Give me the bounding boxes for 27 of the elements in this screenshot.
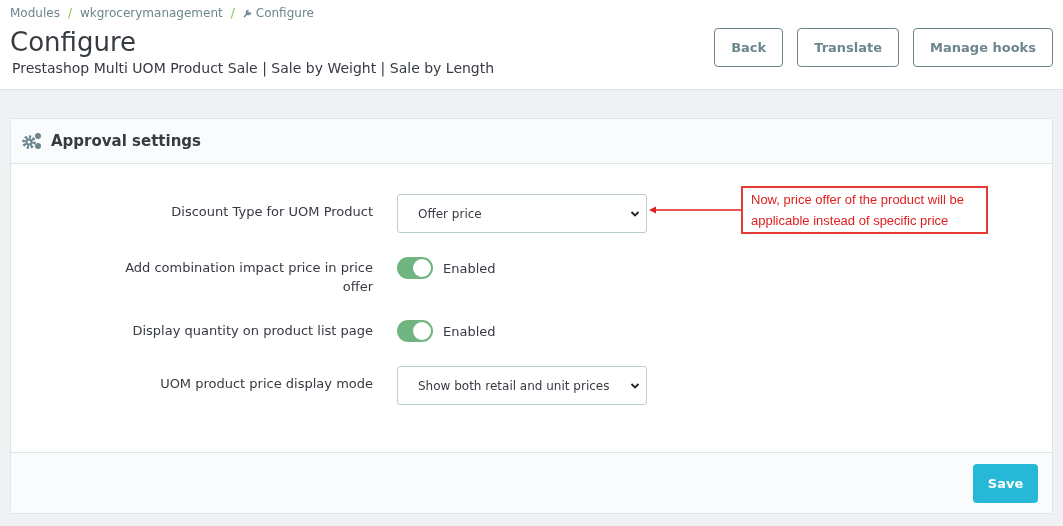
toggle-switch[interactable] (397, 320, 433, 342)
breadcrumb-current: Configure (255, 6, 314, 20)
select-field[interactable]: Offer price (397, 194, 647, 233)
toggle-switch[interactable] (397, 257, 433, 279)
toggle-label: Enabled (443, 260, 496, 276)
save-button[interactable]: Save (973, 463, 1038, 503)
breadcrumb-separator: / (230, 6, 235, 20)
field-label: UOM product price display mode (159, 375, 374, 393)
toolbar-button[interactable]: Manage hooks (913, 28, 1053, 67)
annotation-callout: Now, price offer of the product will be applicable instead of specific price (741, 186, 988, 234)
wrench-icon (242, 8, 253, 18)
breadcrumb-separator: / (67, 6, 72, 20)
toggle-label: Enabled (443, 323, 496, 339)
chevron-icon (630, 209, 640, 218)
select-field[interactable]: Show both retail and unit prices (397, 366, 647, 405)
page-title: Configure (10, 26, 137, 58)
breadcrumb-link[interactable]: wkgrocerymanagement (79, 6, 223, 20)
field-label: Discount Type for UOM Product (170, 203, 374, 221)
panel-title: Approval settings (51, 132, 201, 150)
chevron-icon (630, 381, 640, 390)
field-label: Add combination impact price in price offer (124, 259, 374, 296)
breadcrumb-link[interactable]: Modules (10, 6, 60, 20)
toolbar-button[interactable]: Translate (797, 28, 900, 67)
field-label: Display quantity on product list page (131, 322, 374, 340)
gears-icon (21, 131, 43, 151)
toolbar-button[interactable]: Back (714, 28, 784, 67)
page-subtitle: Prestashop Multi UOM Product Sale | Sale by Weight | Sale by Length (11, 60, 495, 76)
